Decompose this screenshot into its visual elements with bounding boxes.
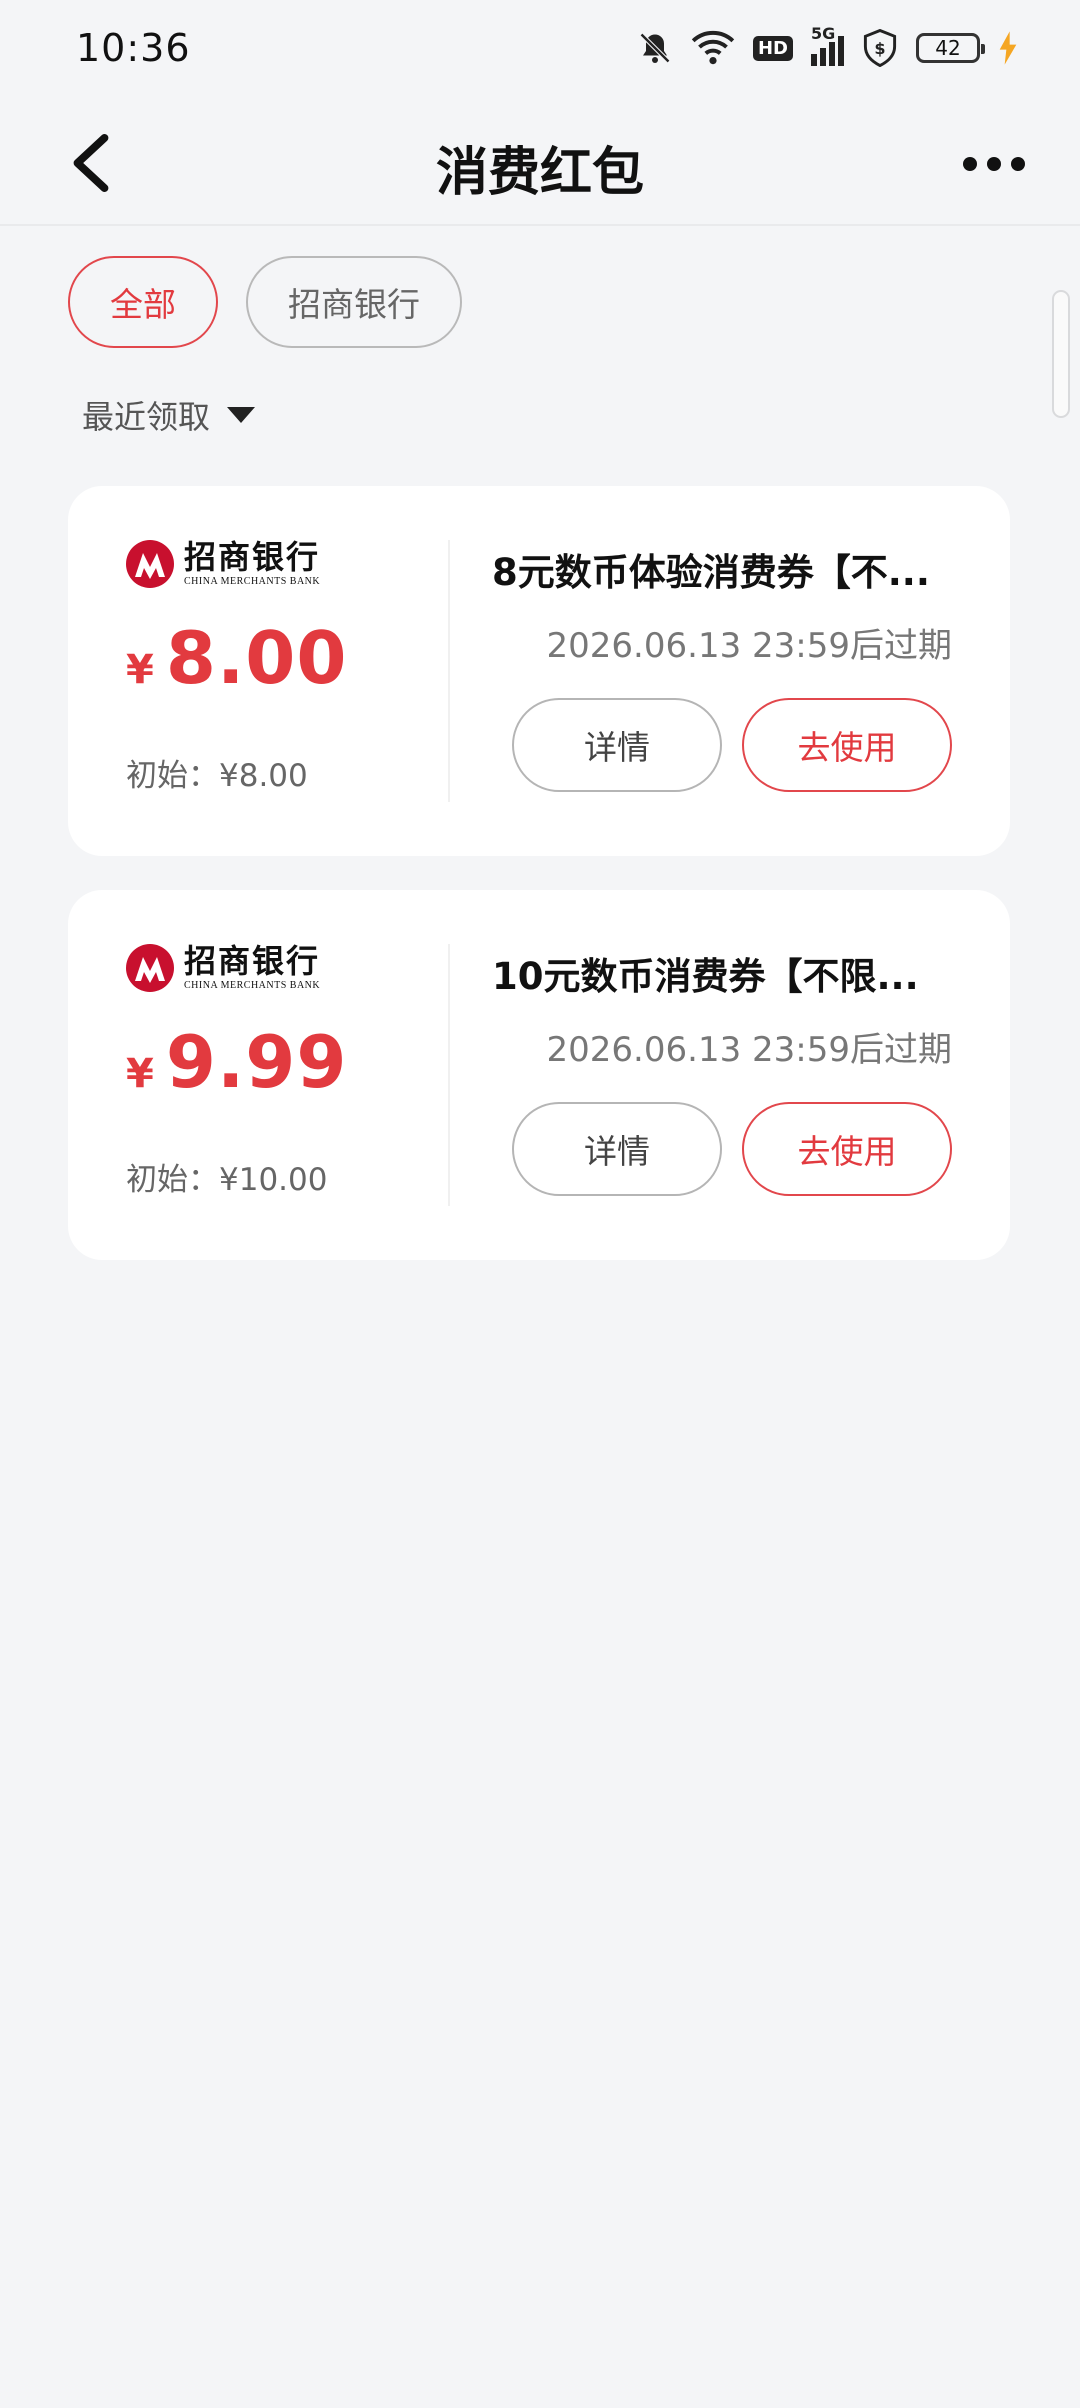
filter-chip-bank[interactable]: 招商银行	[246, 256, 462, 348]
currency-symbol: ¥	[126, 647, 154, 693]
bank-logo-en: CHINA MERCHANTS BANK	[184, 980, 321, 991]
currency-symbol: ¥	[126, 1051, 154, 1097]
initial-amount: 初始：¥8.00	[126, 758, 308, 794]
bank-logo-en: CHINA MERCHANTS BANK	[184, 576, 321, 587]
more-button[interactable]	[954, 136, 1034, 192]
sort-dropdown[interactable]: 最近领取	[82, 392, 256, 438]
coupon-amount: ¥ 9.99	[126, 1020, 348, 1104]
more-dot	[987, 157, 1001, 171]
network-label: 5G	[811, 24, 836, 43]
card-divider	[448, 944, 450, 1206]
use-button[interactable]: 去使用	[742, 1102, 952, 1196]
coupon-card: 招商银行 CHINA MERCHANTS BANK ¥ 8.00 初始：¥8.0…	[68, 486, 1010, 856]
expire-date: 2026.06.13 23:59后过期	[546, 1030, 952, 1070]
shield-dollar-icon: $	[862, 29, 898, 67]
page-title: 消费红包	[435, 143, 644, 203]
coupon-amount: ¥ 8.00	[126, 616, 348, 700]
svg-text:$: $	[874, 39, 885, 58]
cmb-logo-icon	[126, 944, 174, 992]
5g-signal-icon: 5G	[811, 24, 844, 66]
navbar: 消费红包	[0, 100, 1080, 226]
wifi-icon	[691, 30, 735, 66]
bank-logo-cn: 招商银行	[184, 942, 321, 980]
status-icons: HD 5G $ 42	[637, 24, 1018, 70]
mute-icon	[637, 30, 673, 66]
initial-amount: 初始：¥10.00	[126, 1162, 328, 1198]
caret-down-icon	[227, 407, 256, 423]
sort-label: 最近领取	[82, 398, 211, 436]
hd-icon: HD	[752, 35, 793, 61]
card-divider	[448, 540, 450, 802]
scrollbar-thumb[interactable]	[1052, 290, 1070, 418]
amount-value: 9.99	[165, 1020, 348, 1104]
status-bar: 10:36 HD 5G $ 42	[0, 0, 1080, 100]
battery-icon: 42	[916, 33, 985, 63]
more-dot	[1011, 157, 1025, 171]
filter-chip-all[interactable]: 全部	[68, 256, 218, 348]
coupon-title: 8元数币体验消费券【不...	[492, 551, 930, 594]
charging-icon	[998, 31, 1018, 65]
detail-button[interactable]: 详情	[512, 1102, 722, 1196]
more-dot	[963, 157, 977, 171]
coupon-card: 招商银行 CHINA MERCHANTS BANK ¥ 9.99 初始：¥10.…	[68, 890, 1010, 1260]
amount-value: 8.00	[165, 616, 348, 700]
status-time: 10:36	[76, 26, 191, 70]
bank-logo-cn: 招商银行	[184, 538, 321, 576]
cmb-logo-icon	[126, 540, 174, 588]
bank-logo: 招商银行 CHINA MERCHANTS BANK	[126, 540, 320, 588]
expire-date: 2026.06.13 23:59后过期	[546, 626, 952, 666]
use-button[interactable]: 去使用	[742, 698, 952, 792]
coupon-title: 10元数币消费券【不限...	[492, 955, 919, 998]
bank-logo: 招商银行 CHINA MERCHANTS BANK	[126, 944, 320, 992]
filter-chips: 全部 招商银行	[68, 256, 462, 348]
detail-button[interactable]: 详情	[512, 698, 722, 792]
